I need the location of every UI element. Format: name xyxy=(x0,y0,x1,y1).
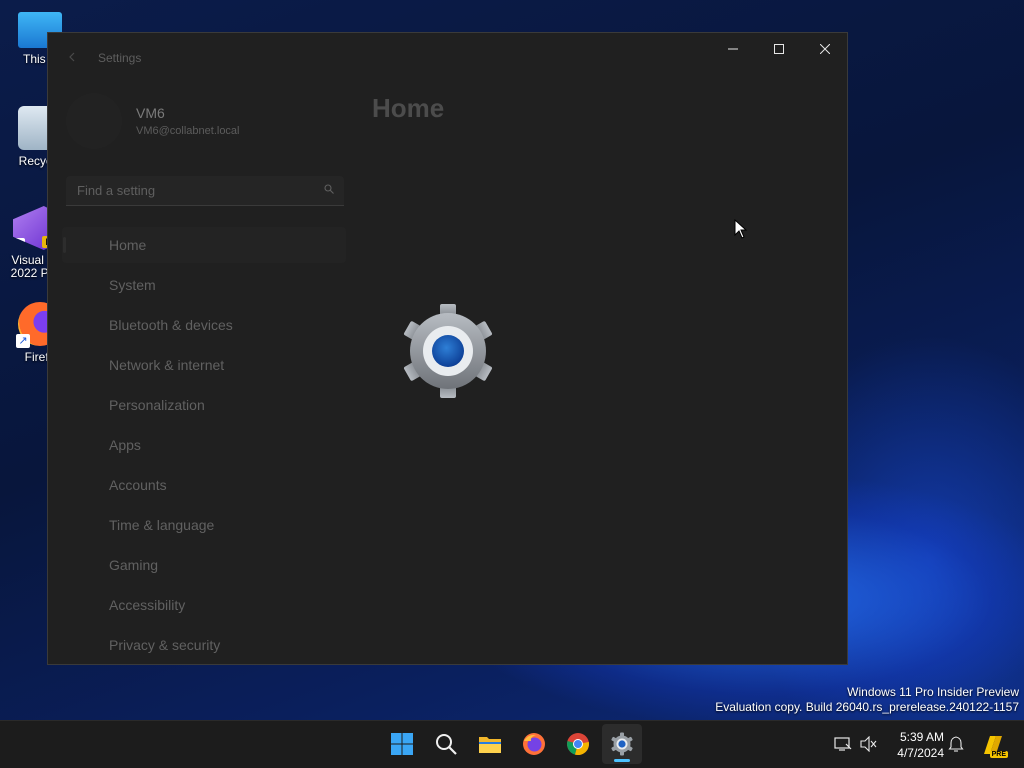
nav-item-label: Home xyxy=(109,237,147,253)
nav-item-label: Privacy & security xyxy=(109,637,221,653)
copilot-pre-badge: PRE xyxy=(989,751,1008,758)
volume-muted-icon[interactable] xyxy=(860,736,878,752)
network-icon[interactable] xyxy=(834,736,852,752)
title-bar[interactable]: Settings xyxy=(48,33,847,81)
nav-item-label: Time & language xyxy=(109,517,215,533)
chrome-button[interactable] xyxy=(558,724,598,764)
watermark-edition: Windows 11 Pro Insider Preview xyxy=(847,685,1019,699)
search-box[interactable] xyxy=(66,176,344,206)
avatar xyxy=(66,93,122,149)
maximize-button[interactable] xyxy=(756,33,802,65)
watermark-build: Evaluation copy. Build 26040.rs_prerelea… xyxy=(715,700,1019,714)
chrome-icon xyxy=(567,733,589,756)
search-icon xyxy=(436,734,457,755)
nav-item-home[interactable]: Home xyxy=(62,227,346,263)
nav-item-time-language[interactable]: Time & language xyxy=(62,507,346,543)
nav-item-label: System xyxy=(109,277,156,293)
nav-item-accounts[interactable]: Accounts xyxy=(62,467,346,503)
settings-window: Settings VM6 VM6@collabnet.local Home Sy… xyxy=(47,32,848,665)
shortcut-arrow-icon: ↗ xyxy=(13,238,25,250)
clock-time: 5:39 AM xyxy=(899,730,944,744)
account-name: VM6 xyxy=(136,105,165,121)
system-clock[interactable]: 5:39 AM 4/7/2024 xyxy=(884,729,944,761)
settings-icon xyxy=(611,732,633,756)
page-title: Home xyxy=(372,93,445,123)
windows-logo-icon xyxy=(391,733,413,755)
start-button[interactable] xyxy=(382,724,422,764)
close-icon xyxy=(819,43,831,55)
nav-item-privacy-security[interactable]: Privacy & security xyxy=(62,627,346,663)
window-title: Settings xyxy=(98,51,142,65)
nav-item-label: Bluetooth & devices xyxy=(109,317,233,333)
nav-item-label: Apps xyxy=(109,437,141,453)
nav-item-gaming[interactable]: Gaming xyxy=(62,547,346,583)
notification-bell-icon[interactable] xyxy=(948,736,964,752)
taskbar-search-button[interactable] xyxy=(426,724,466,764)
maximize-icon xyxy=(774,44,784,54)
search-input[interactable] xyxy=(75,182,309,199)
settings-button[interactable] xyxy=(602,724,642,764)
minimize-button[interactable] xyxy=(710,33,756,65)
account-email: VM6@collabnet.local xyxy=(136,125,240,137)
back-arrow-icon xyxy=(69,52,75,62)
back-button[interactable] xyxy=(62,47,84,69)
nav-item-label: Network & internet xyxy=(109,357,225,373)
nav-item-system[interactable]: System xyxy=(62,267,346,303)
minimize-icon xyxy=(728,48,738,50)
nav-item-network-internet[interactable]: Network & internet xyxy=(62,347,346,383)
mouse-cursor-icon xyxy=(734,219,748,239)
nav-item-label: Gaming xyxy=(109,557,159,573)
clock-date: 4/7/2024 xyxy=(897,746,944,760)
nav-item-personalization[interactable]: Personalization xyxy=(62,387,346,423)
file-explorer-button[interactable] xyxy=(470,724,510,764)
firefox-button[interactable] xyxy=(514,724,554,764)
nav-item-accessibility[interactable]: Accessibility xyxy=(62,587,346,623)
active-app-indicator xyxy=(614,759,630,762)
settings-nav: Home System Bluetooth & devices Network … xyxy=(62,227,346,664)
close-button[interactable] xyxy=(802,33,847,65)
evaluation-watermark: Windows 11 Pro Insider Preview Evaluatio… xyxy=(715,685,1019,715)
nav-item-label: Accounts xyxy=(109,477,167,493)
account-card[interactable]: VM6 VM6@collabnet.local xyxy=(66,93,346,153)
nav-item-label: Personalization xyxy=(109,397,205,413)
settings-gear-icon xyxy=(404,304,492,398)
file-explorer-icon xyxy=(479,737,501,753)
copilot-button[interactable]: PRE xyxy=(980,732,1008,758)
firefox-icon xyxy=(523,733,545,755)
nav-item-bluetooth-devices[interactable]: Bluetooth & devices xyxy=(62,307,346,343)
shortcut-arrow-icon: ↗ xyxy=(16,334,30,348)
nav-item-apps[interactable]: Apps xyxy=(62,427,346,463)
nav-item-label: Accessibility xyxy=(109,597,186,613)
selection-indicator xyxy=(63,237,66,253)
search-icon xyxy=(324,184,334,194)
